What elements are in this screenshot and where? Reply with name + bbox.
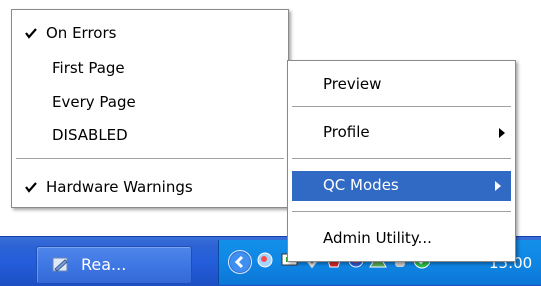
menu-item-qc-modes[interactable]: QC Modes [292, 171, 511, 201]
checkmark-icon [25, 182, 37, 193]
menu-item-profile[interactable]: Profile [288, 119, 515, 147]
menu-item-disabled[interactable]: DISABLED [12, 122, 288, 150]
menu-item-hardware-warnings[interactable]: Hardware Warnings [12, 174, 288, 202]
checkmark-icon [25, 28, 37, 39]
app-icon [52, 257, 68, 272]
tray-app-icon[interactable] [256, 250, 276, 270]
menu-item-preview[interactable]: Preview [288, 71, 515, 99]
menu-item-every-page[interactable]: Every Page [12, 89, 288, 117]
menu-item-on-errors[interactable]: On Errors [12, 20, 288, 48]
task-button-label: Rea... [81, 255, 127, 274]
menu-item-first-page[interactable]: First Page [12, 55, 288, 83]
menu-separator [292, 106, 511, 108]
qc-modes-submenu: On Errors First Page Every Page DISABLED… [11, 9, 289, 208]
context-menu: Preview Profile QC Modes Admin Utility..… [287, 60, 516, 262]
menu-item-label: Hardware Warnings [46, 178, 193, 196]
menu-separator [292, 211, 511, 213]
menu-item-admin-utility[interactable]: Admin Utility... [288, 225, 515, 253]
menu-item-label: Profile [323, 123, 370, 141]
menu-item-label: Admin Utility... [323, 229, 432, 247]
submenu-arrow-icon [495, 181, 501, 191]
menu-item-label: QC Modes [323, 176, 399, 194]
menu-separator [292, 158, 511, 160]
menu-item-label: On Errors [46, 24, 117, 42]
submenu-arrow-icon [499, 128, 505, 138]
show-hidden-icons-chevron-icon[interactable] [228, 250, 252, 274]
menu-separator [16, 158, 284, 160]
task-button[interactable]: Rea... [36, 246, 192, 284]
menu-item-label: First Page [52, 59, 125, 77]
menu-item-label: Preview [323, 75, 382, 93]
menu-item-label: DISABLED [52, 126, 128, 144]
menu-item-label: Every Page [52, 93, 136, 111]
